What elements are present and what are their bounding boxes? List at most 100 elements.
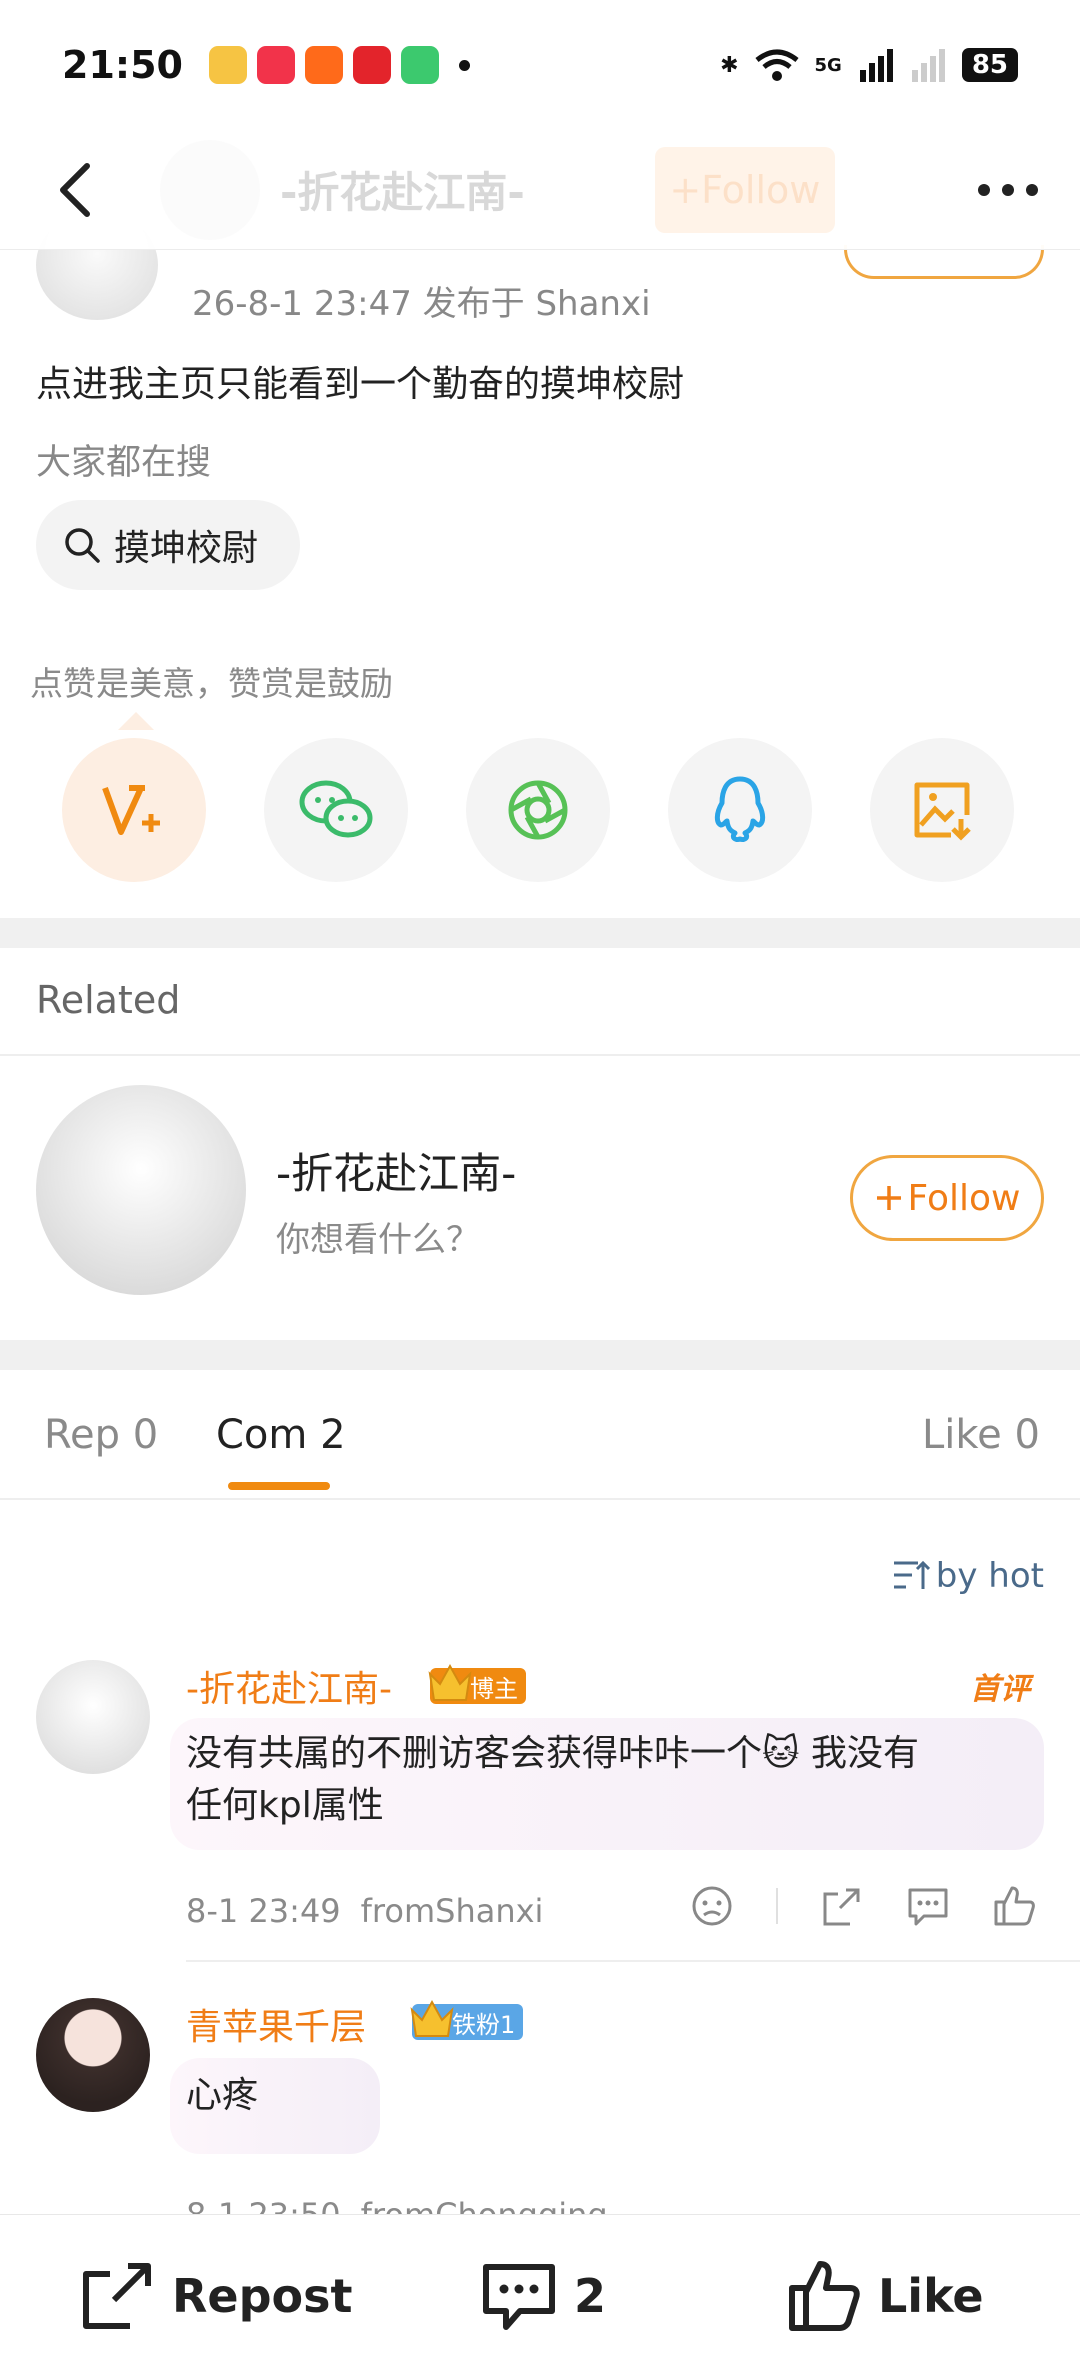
search-icon (65, 528, 100, 563)
share-wechat-button[interactable] (264, 738, 408, 882)
bluetooth-icon: ✱ (720, 52, 739, 78)
tab-comments[interactable]: Com 2 (216, 1412, 346, 1458)
sort-button[interactable]: by hot (892, 1556, 1044, 1596)
related-user-avatar[interactable] (36, 1085, 246, 1295)
more-options-button[interactable] (978, 183, 1038, 196)
section-divider (0, 918, 1080, 948)
search-chip-label: 摸坤校尉 (114, 528, 259, 569)
fan-badge: 铁粉1 (410, 1999, 524, 2040)
like-button[interactable]: Like (786, 2258, 984, 2334)
comment-icon (483, 2263, 555, 2330)
search-chip[interactable]: 摸坤校尉 (36, 500, 301, 590)
signal-icon (859, 49, 893, 82)
chevron-left-icon (60, 162, 90, 217)
tab-likes[interactable]: Like 0 (922, 1412, 1040, 1458)
like-label: Like (878, 2268, 984, 2323)
network-label: 5G (814, 54, 842, 76)
video-app-icon (400, 46, 439, 84)
sort-icon (893, 1560, 930, 1589)
nav-avatar[interactable] (160, 139, 260, 240)
related-section-title: Related (36, 978, 181, 1022)
reply-icon[interactable] (906, 1884, 950, 1928)
comment-count: 2 (574, 2268, 607, 2323)
more-dot (1026, 183, 1038, 196)
more-dot (978, 183, 990, 196)
divider (186, 1960, 1080, 1962)
comment-footer: 8-1 23:49 fromShanxi (186, 1892, 543, 1930)
comment-tabs: Rep 0 Com 2 Like 0 (0, 1370, 1080, 1500)
comment-author[interactable]: 青苹果千层 (186, 1998, 366, 2050)
divider (0, 1498, 1080, 1500)
share-row (62, 738, 1014, 882)
bottom-action-bar: Repost 2 Like (0, 2214, 1080, 2376)
comment-avatar[interactable] (36, 1998, 150, 2112)
comment-button[interactable]: 2 (480, 2259, 606, 2333)
repost-button[interactable]: Repost (80, 2260, 353, 2332)
reward-button[interactable] (62, 738, 206, 882)
weibo-app-icon (208, 46, 247, 84)
sort-label: by hot (935, 1556, 1044, 1596)
decorative-sticker (844, 245, 1044, 279)
comment-time: 8-1 23:49 (186, 1892, 341, 1930)
more-notifications-dot (458, 59, 470, 71)
taobao-app-icon (304, 46, 343, 84)
tab-reposts[interactable]: Rep 0 (44, 1412, 158, 1458)
thumbs-up-icon (789, 2260, 860, 2331)
comment-avatar[interactable] (36, 1660, 150, 1774)
comment-actions (690, 1884, 1036, 1928)
wifi-icon (754, 49, 799, 81)
comment-text-line: 心疼 (186, 2075, 259, 2116)
hint-pointer (118, 712, 154, 730)
comment-text-line: 任何kpl属性 (186, 1784, 384, 1826)
save-image-button[interactable] (870, 738, 1014, 882)
first-comment-tag: 首评 (970, 1672, 1030, 1707)
action-divider (776, 1888, 778, 1924)
comment-author[interactable]: -折花赴江南- (186, 1660, 392, 1712)
qq-icon (714, 776, 766, 842)
repost-icon (83, 2262, 151, 2329)
jd-app-icon (352, 46, 391, 84)
top-nav: -折花赴江南- +Follow (0, 130, 1080, 250)
moments-icon (508, 780, 568, 840)
fan-badge-label: 铁粉1 (452, 2010, 516, 2039)
share-qq-button[interactable] (668, 738, 812, 882)
nav-username[interactable]: -折花赴江南- (280, 159, 525, 220)
share-icon[interactable] (820, 1884, 864, 1928)
plus-icon (876, 1186, 901, 1210)
signal-2-icon (911, 49, 945, 82)
comment-location: fromShanxi (360, 1892, 544, 1930)
more-dot (1002, 183, 1014, 196)
xiaohongshu-app-icon (256, 46, 295, 84)
post-meta: 26-8-1 23:47 发布于 Shanxi (192, 284, 651, 324)
section-divider (0, 1340, 1080, 1370)
crown-icon (410, 1999, 454, 2037)
follow-button-label: Follow (907, 1177, 1021, 1219)
owner-badge-label: 博主 (470, 1674, 518, 1703)
share-moments-button[interactable] (466, 738, 610, 882)
trending-search-label: 大家都在搜 (36, 443, 212, 483)
divider (0, 1054, 1080, 1056)
back-button[interactable] (30, 140, 120, 240)
comment-text-line: 没有共属的不删访客会获得咔咔一个🐱 我没有 (186, 1733, 919, 1774)
follow-button[interactable]: Follow (850, 1155, 1044, 1241)
owner-badge: 博主 (428, 1663, 526, 1704)
related-user-name[interactable]: -折花赴江南- (276, 1140, 516, 1201)
status-bar: 21:50 ✱ 5G 85 (0, 0, 1080, 130)
repost-label: Repost (172, 2268, 353, 2323)
dislike-face-icon[interactable] (690, 1884, 734, 1928)
related-user-desc: 你想看什么？ (276, 1220, 480, 1260)
status-time: 21:50 (62, 43, 183, 87)
like-icon[interactable] (992, 1884, 1036, 1928)
wechat-icon (299, 780, 373, 838)
post-content: 点进我主页只能看到一个勤奋的摸坤校尉 (36, 364, 685, 405)
crown-icon (428, 1663, 472, 1701)
share-hint: 点赞是美意，赞赏是鼓励 (30, 664, 393, 703)
notification-icons (208, 46, 470, 84)
comment-text: 心疼 (186, 2070, 258, 2122)
nav-follow-button[interactable]: +Follow (654, 146, 835, 233)
battery-icon: 85 (961, 48, 1018, 82)
active-tab-indicator (228, 1482, 330, 1490)
reward-v-icon (102, 785, 160, 835)
save-image-icon (914, 782, 971, 841)
comment-text: 没有共属的不删访客会获得咔咔一个🐱 我没有 任何kpl属性 (186, 1728, 919, 1832)
